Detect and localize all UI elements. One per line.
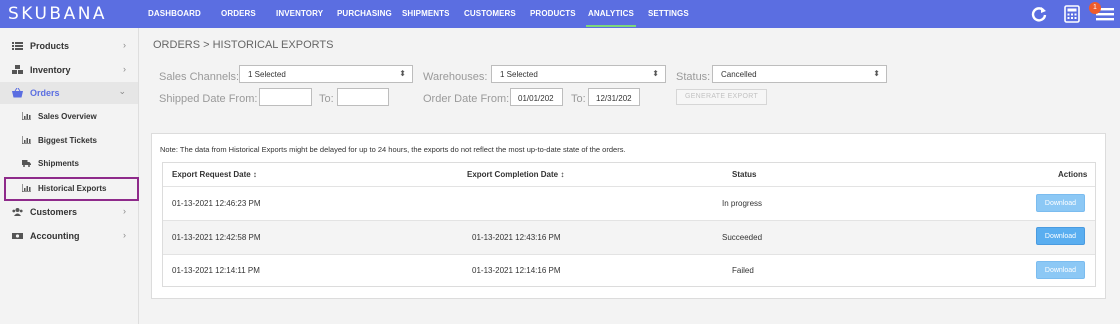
header-actions: Actions [1058,170,1088,179]
download-button[interactable]: Download [1036,227,1085,245]
sidebar-item-customers[interactable]: Customers › [0,201,138,223]
sales-channels-value: 1 Selected [248,70,286,79]
nav-inventory[interactable]: INVENTORY [276,9,323,18]
order-date-to-input[interactable]: 12/31/202 [588,88,640,106]
table-row [163,186,1095,220]
order-date-from-label: Order Date From: [423,93,510,105]
chart-icon [22,136,31,144]
skubana-logo[interactable]: SKUBANA [8,4,107,24]
chevron-right-icon: › [123,206,126,216]
sales-channels-select[interactable]: 1 Selected ⬍ [239,65,413,83]
page-title: ORDERS > HISTORICAL EXPORTS [153,39,334,51]
cell-request-date: 01-13-2021 12:42:58 PM [172,233,261,242]
download-button[interactable]: Download [1036,194,1085,212]
users-icon [12,208,23,216]
shipped-date-to-input[interactable] [337,88,389,106]
chart-icon [22,112,31,120]
header-label: Export Request Date [172,170,251,179]
download-button[interactable]: Download [1036,261,1085,279]
sidebar-item-products[interactable]: Products › [0,35,138,57]
header-request-date[interactable]: Export Request Date ↕ [172,170,257,179]
chevron-right-icon: › [123,40,126,50]
delay-note: Note: The data from Historical Exports m… [160,145,626,154]
header-status: Status [732,170,757,179]
sidebar-item-sales-overview[interactable]: Sales Overview [0,105,138,127]
sidebar-item-orders[interactable]: Orders ⌄ [0,82,138,104]
cell-status: Succeeded [722,233,763,242]
generate-export-button[interactable]: GENERATE EXPORT [676,89,767,105]
sort-icon: ↕ [560,170,565,179]
nav-settings[interactable]: SETTINGS [648,9,689,18]
sidebar-item-label: Sales Overview [38,112,97,121]
warehouses-label: Warehouses: [423,71,488,83]
nav-products[interactable]: PRODUCTS [530,9,576,18]
nav-purchasing[interactable]: PURCHASING [337,9,392,18]
sidebar-item-inventory[interactable]: Inventory › [0,59,138,81]
highlight-annotation-box [4,177,139,201]
top-nav-bar: SKUBANA DASHBOARD ORDERS INVENTORY PURCH… [0,0,1120,28]
chevron-down-icon: ⌄ [118,86,126,96]
select-caret-icon: ⬍ [399,69,406,78]
cell-status: Failed [732,266,754,275]
cubes-icon [12,65,23,74]
shipped-date-from-input[interactable] [259,88,312,106]
cell-completion-date: 01-13-2021 12:43:16 PM [472,233,561,242]
chevron-right-icon: › [123,64,126,74]
table-row [163,254,1095,288]
warehouses-select[interactable]: 1 Selected ⬍ [491,65,666,83]
sidebar-item-accounting[interactable]: Accounting › [0,225,138,247]
select-caret-icon: ⬍ [652,69,659,78]
table-row [163,220,1095,254]
nav-customers[interactable]: CUSTOMERS [464,9,516,18]
select-caret-icon: ⬍ [873,69,880,78]
status-value: Cancelled [721,70,757,79]
order-date-from-input[interactable]: 01/01/202 [510,88,563,106]
calculator-icon[interactable] [1062,4,1082,24]
sidebar-item-biggest-tickets[interactable]: Biggest Tickets [0,129,138,151]
money-icon [12,233,23,239]
cell-request-date: 01-13-2021 12:46:23 PM [172,199,261,208]
sidebar-item-label: Biggest Tickets [38,136,97,145]
notification-badge[interactable]: 1 [1089,2,1101,14]
basket-icon [12,88,23,98]
cell-status: In progress [722,199,763,208]
chevron-right-icon: › [123,230,126,240]
nav-active-indicator [586,25,636,27]
status-select[interactable]: Cancelled ⬍ [712,65,887,83]
cell-completion-date: 01-13-2021 12:14:16 PM [472,266,561,275]
nav-analytics[interactable]: ANALYTICS [588,9,634,18]
nav-dashboard[interactable]: DASHBOARD [148,9,201,18]
sidebar-item-label: Inventory [30,65,71,75]
order-date-to-label: To: [571,93,586,105]
sidebar-item-shipments[interactable]: Shipments [0,152,138,174]
nav-shipments[interactable]: SHIPMENTS [402,9,450,18]
header-completion-date[interactable]: Export Completion Date ↕ [467,170,564,179]
sidebar-item-label: Accounting [30,231,80,241]
sidebar-item-label: Shipments [38,159,79,168]
sort-icon: ↕ [252,170,257,179]
list-icon [12,42,23,50]
header-label: Export Completion Date [467,170,559,179]
warehouses-value: 1 Selected [500,70,538,79]
sidebar-item-label: Products [30,41,70,51]
refresh-icon[interactable] [1029,4,1049,24]
sales-channels-label: Sales Channels: [159,71,240,83]
sidebar-item-label: Customers [30,207,78,217]
nav-orders[interactable]: ORDERS [221,9,256,18]
shipped-date-to-label: To: [319,93,334,105]
shipped-date-from-label: Shipped Date From: [159,93,258,105]
sidebar-item-label: Orders [30,88,60,98]
status-label: Status: [676,71,711,83]
cell-request-date: 01-13-2021 12:14:11 PM [172,266,260,275]
truck-icon [22,160,31,167]
